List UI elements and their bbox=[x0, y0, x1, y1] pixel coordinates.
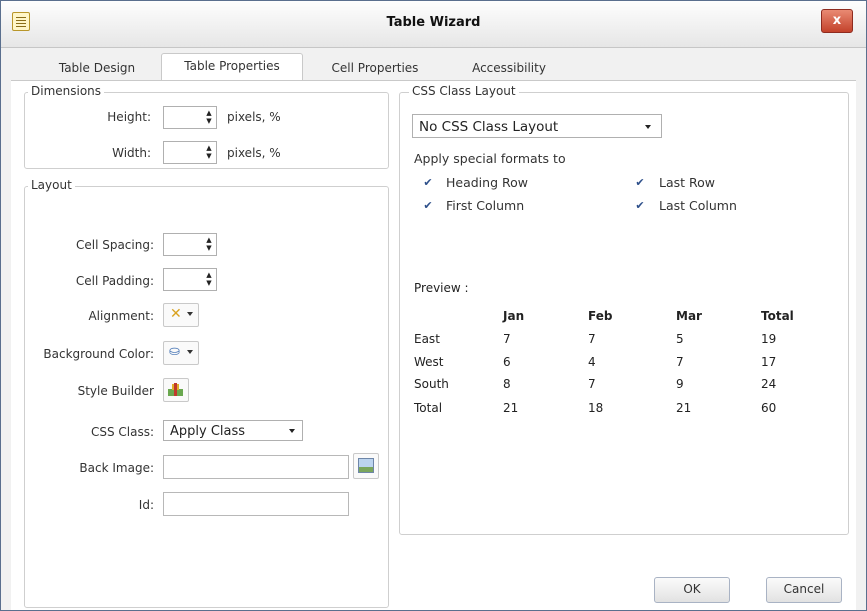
ok-button[interactable]: OK bbox=[654, 577, 730, 603]
tab-accessibility[interactable]: Accessibility bbox=[453, 56, 565, 80]
window-title: Table Wizard bbox=[386, 15, 481, 30]
layout-legend: Layout bbox=[28, 178, 75, 192]
last-column-checkbox[interactable]: ✔ bbox=[634, 200, 646, 212]
css-class-select[interactable]: Apply Class bbox=[163, 420, 303, 441]
tab-table-properties[interactable]: Table Properties bbox=[161, 53, 303, 82]
preview-cell: 19 bbox=[761, 332, 777, 346]
height-label: Height: bbox=[107, 110, 151, 124]
apply-formats-label: Apply special formats to bbox=[414, 151, 566, 166]
preview-cell: 7 bbox=[503, 332, 511, 346]
preview-cell: South bbox=[414, 377, 449, 391]
preview-cell: 7 bbox=[588, 332, 596, 346]
last-column-label: Last Column bbox=[659, 198, 737, 213]
preview-cell: 17 bbox=[761, 355, 777, 369]
preview-header-cell: Mar bbox=[676, 309, 702, 323]
heading-row-label: Heading Row bbox=[446, 175, 528, 190]
css-class-layout-legend: CSS Class Layout bbox=[409, 84, 519, 98]
height-stepper[interactable]: ▲ ▼ bbox=[163, 106, 217, 129]
last-row-label: Last Row bbox=[659, 175, 716, 190]
style-builder-button[interactable] bbox=[163, 378, 189, 402]
cell-spacing-label: Cell Spacing: bbox=[75, 238, 154, 252]
spin-arrows-icon[interactable]: ▲ ▼ bbox=[205, 144, 213, 160]
spin-arrows-icon[interactable]: ▲ ▼ bbox=[205, 271, 213, 287]
preview-cell: 4 bbox=[588, 355, 596, 369]
background-color-button[interactable]: ⛀ bbox=[163, 341, 199, 365]
alignment-icon: ✕ bbox=[170, 306, 182, 322]
browse-image-button[interactable] bbox=[353, 453, 379, 479]
css-class-layout-value: No CSS Class Layout bbox=[419, 119, 559, 135]
preview-cell: 21 bbox=[676, 401, 692, 415]
width-unit: pixels, % bbox=[227, 146, 281, 160]
width-label: Width: bbox=[112, 146, 151, 160]
preview-header-cell: Feb bbox=[588, 309, 613, 323]
style-builder-label: Style Builder bbox=[77, 384, 154, 398]
preview-label: Preview : bbox=[414, 281, 469, 295]
chevron-down-icon bbox=[645, 125, 651, 129]
spin-arrows-icon[interactable]: ▲ ▼ bbox=[205, 236, 213, 252]
heading-row-checkbox[interactable]: ✔ bbox=[422, 177, 434, 189]
preview-header-cell: Jan bbox=[503, 309, 525, 323]
cancel-button[interactable]: Cancel bbox=[766, 577, 842, 603]
css-class-layout-select[interactable]: No CSS Class Layout bbox=[412, 114, 662, 138]
chevron-down-icon bbox=[289, 429, 295, 433]
back-image-input[interactable] bbox=[163, 455, 349, 479]
preview-cell: 21 bbox=[503, 401, 519, 415]
title-bar: Table Wizard x bbox=[1, 1, 866, 48]
last-row-checkbox[interactable]: ✔ bbox=[634, 177, 646, 189]
preview-cell: 18 bbox=[588, 401, 604, 415]
width-stepper[interactable]: ▲ ▼ bbox=[163, 141, 217, 164]
tab-cell-properties[interactable]: Cell Properties bbox=[319, 56, 431, 80]
chevron-down-icon bbox=[187, 350, 193, 354]
preview-cell: Total bbox=[414, 401, 443, 415]
alignment-button[interactable]: ✕ bbox=[163, 303, 199, 327]
preview-cell: West bbox=[414, 355, 444, 369]
preview-cell: 7 bbox=[676, 355, 684, 369]
id-input[interactable] bbox=[163, 492, 349, 516]
first-column-checkbox[interactable]: ✔ bbox=[422, 200, 434, 212]
spin-arrows-icon[interactable]: ▲ ▼ bbox=[205, 109, 213, 125]
preview-cell: 8 bbox=[503, 377, 511, 391]
tab-panel: Dimensions Height: ▲ ▼ pixels, % Width: ▲… bbox=[11, 80, 856, 610]
image-icon bbox=[358, 458, 374, 473]
preview-cell: East bbox=[414, 332, 440, 346]
preview-cell: 6 bbox=[503, 355, 511, 369]
cell-spacing-stepper[interactable]: ▲ ▼ bbox=[163, 233, 217, 256]
style-builder-icon bbox=[168, 383, 183, 396]
first-column-label: First Column bbox=[446, 198, 525, 213]
preview-cell: 60 bbox=[761, 401, 777, 415]
cell-padding-label: Cell Padding: bbox=[75, 274, 154, 288]
background-color-label: Background Color: bbox=[43, 347, 154, 361]
alignment-label: Alignment: bbox=[88, 309, 154, 323]
preview-cell: 24 bbox=[761, 377, 777, 391]
tab-table-design[interactable]: Table Design bbox=[41, 56, 153, 80]
close-button[interactable]: x bbox=[821, 9, 853, 33]
table-wizard-dialog: Table Wizard x Table Design Table Proper… bbox=[0, 0, 867, 611]
preview-cell: 7 bbox=[588, 377, 596, 391]
chevron-down-icon bbox=[187, 312, 193, 316]
paint-bucket-icon: ⛀ bbox=[169, 344, 180, 359]
tab-bar: Table Design Table Properties Cell Prope… bbox=[1, 53, 866, 82]
preview-cell: 5 bbox=[676, 332, 684, 346]
preview-header-cell: Total bbox=[761, 309, 794, 323]
dimensions-legend: Dimensions bbox=[28, 84, 105, 98]
css-class-value: Apply Class bbox=[170, 424, 246, 439]
id-label: Id: bbox=[138, 498, 154, 512]
height-unit: pixels, % bbox=[227, 110, 281, 124]
cell-padding-stepper[interactable]: ▲ ▼ bbox=[163, 268, 217, 291]
preview-cell: 9 bbox=[676, 377, 684, 391]
css-class-label: CSS Class: bbox=[90, 425, 154, 439]
back-image-label: Back Image: bbox=[79, 461, 154, 475]
